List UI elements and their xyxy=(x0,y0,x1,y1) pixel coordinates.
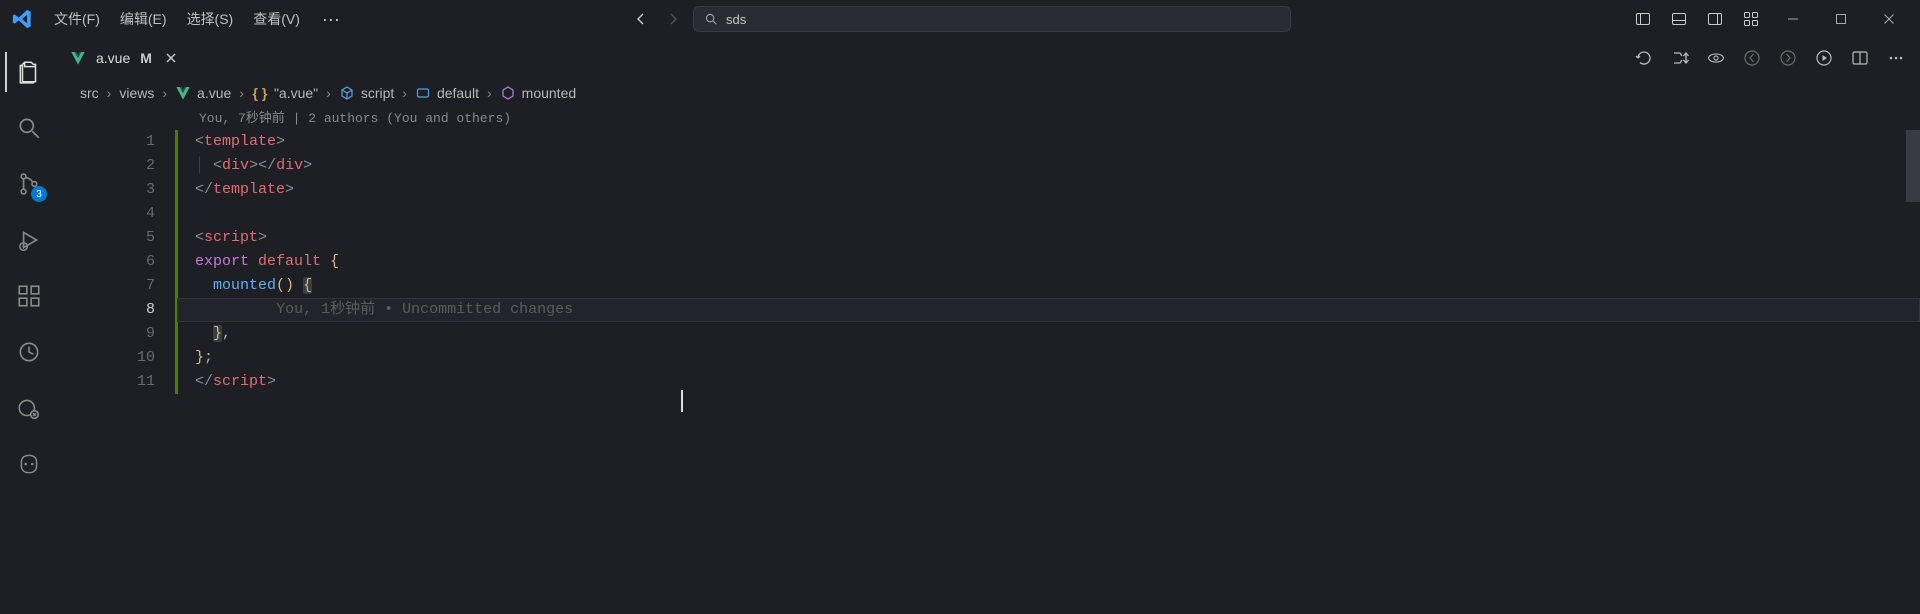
nav-next-change-icon[interactable] xyxy=(1774,44,1802,72)
menu-edit[interactable]: 编辑(E) xyxy=(112,5,175,33)
customize-layout-icon[interactable] xyxy=(1734,4,1768,34)
nav-back-icon[interactable] xyxy=(629,7,653,31)
crumb-file[interactable]: a.vue xyxy=(175,85,231,101)
open-changes-icon[interactable] xyxy=(1666,44,1694,72)
scrollbar-slider[interactable] xyxy=(1906,130,1920,202)
layout-panel-icon[interactable] xyxy=(1662,4,1696,34)
menu-select[interactable]: 选择(S) xyxy=(179,5,242,33)
code-line-active[interactable]: You, 1秒钟前 • Uncommitted changes xyxy=(177,298,1920,322)
line-number-gutter: 1 2 3 4 5 6 7 8 9 10 11 xyxy=(58,108,177,614)
code-line[interactable]: <template> xyxy=(177,130,1920,154)
chevron-right-icon: › xyxy=(239,85,244,101)
open-changes-history-icon[interactable] xyxy=(1630,44,1658,72)
crumb-default[interactable]: default xyxy=(415,85,479,101)
braces-icon: { } xyxy=(252,85,268,101)
window-maximize-icon[interactable] xyxy=(1818,4,1864,34)
breadcrumbs[interactable]: src › views › a.vue › { } "a.vue" › scri… xyxy=(58,78,1920,108)
gitlens-line-annotation: You, 1秒钟前 • Uncommitted changes xyxy=(276,301,573,318)
scm-badge: 3 xyxy=(31,186,47,202)
window-close-icon[interactable] xyxy=(1866,4,1912,34)
run-code-icon[interactable] xyxy=(1810,44,1838,72)
crumb-script[interactable]: script xyxy=(339,85,394,101)
code-content[interactable]: You, 7秒钟前 | 2 authors (You and others) <… xyxy=(177,108,1920,614)
chevron-right-icon: › xyxy=(326,85,331,101)
menu-view[interactable]: 查看(V) xyxy=(245,5,308,33)
title-right-group xyxy=(1626,4,1912,34)
gitlens-toggle-icon[interactable] xyxy=(1702,44,1730,72)
title-center-group: sds xyxy=(629,6,1291,32)
split-editor-icon[interactable] xyxy=(1846,44,1874,72)
crumb-views[interactable]: views xyxy=(119,85,154,101)
module-icon xyxy=(339,85,355,101)
window-minimize-icon[interactable] xyxy=(1770,4,1816,34)
activity-debug-icon[interactable] xyxy=(5,216,53,264)
code-line[interactable]: mounted() { xyxy=(177,274,1920,298)
search-text: sds xyxy=(726,12,746,27)
activity-search-icon[interactable] xyxy=(5,104,53,152)
tab-filename: a.vue xyxy=(96,50,130,66)
chevron-right-icon: › xyxy=(487,85,492,101)
crumb-section[interactable]: { } "a.vue" xyxy=(252,85,318,101)
chevron-right-icon: › xyxy=(162,85,167,101)
code-line[interactable]: export default { xyxy=(177,250,1920,274)
activity-extensions-icon[interactable] xyxy=(5,272,53,320)
variable-icon xyxy=(415,85,431,101)
chevron-right-icon: › xyxy=(107,85,112,101)
search-icon xyxy=(704,12,718,26)
layout-sidebar-right-icon[interactable] xyxy=(1698,4,1732,34)
crumb-mounted[interactable]: mounted xyxy=(500,85,576,101)
layout-sidebar-left-icon[interactable] xyxy=(1626,4,1660,34)
activity-copilot-icon[interactable] xyxy=(5,440,53,488)
menu-file[interactable]: 文件(F) xyxy=(46,5,108,33)
method-icon xyxy=(500,85,516,101)
code-line[interactable]: }, xyxy=(177,322,1920,346)
activity-explorer-icon[interactable] xyxy=(5,48,53,96)
gitlens-file-annotation: You, 7秒钟前 | 2 authors (You and others) xyxy=(177,108,1920,130)
code-line[interactable]: │ <div></div> xyxy=(177,154,1920,178)
tab-a-vue[interactable]: a.vue M xyxy=(58,38,192,77)
code-line[interactable]: }; xyxy=(177,346,1920,370)
title-left-group: 文件(F) 编辑(E) 选择(S) 查看(V) ··· xyxy=(8,5,350,33)
chevron-right-icon: › xyxy=(402,85,407,101)
vue-file-icon xyxy=(70,50,86,66)
text-cursor-icon xyxy=(681,390,683,412)
code-line[interactable]: <script> xyxy=(177,226,1920,250)
tab-close-icon[interactable] xyxy=(162,49,180,67)
code-line[interactable]: </template> xyxy=(177,178,1920,202)
code-line[interactable] xyxy=(177,202,1920,226)
crumb-src[interactable]: src xyxy=(80,85,99,101)
editor-actions xyxy=(1630,38,1920,77)
activity-timeline-icon[interactable] xyxy=(5,328,53,376)
command-center-search[interactable]: sds xyxy=(693,6,1291,32)
nav-forward-icon[interactable] xyxy=(661,7,685,31)
activity-remote-icon[interactable] xyxy=(5,384,53,432)
nav-prev-change-icon[interactable] xyxy=(1738,44,1766,72)
title-bar: 文件(F) 编辑(E) 选择(S) 查看(V) ··· sds xyxy=(0,0,1920,38)
code-line[interactable]: </script> xyxy=(177,370,1920,394)
vscode-logo-icon xyxy=(8,5,36,33)
tabs-bar: a.vue M xyxy=(58,38,1920,78)
tab-modified-indicator: M xyxy=(140,50,152,66)
editor-group: a.vue M xyxy=(58,38,1920,614)
vue-file-icon xyxy=(175,85,191,101)
menu-more[interactable]: ··· xyxy=(312,9,350,30)
text-editor[interactable]: 1 2 3 4 5 6 7 8 9 10 11 You, 7秒钟前 | 2 au… xyxy=(58,108,1920,614)
editor-more-actions-icon[interactable] xyxy=(1882,44,1910,72)
activity-bar: 3 xyxy=(0,38,58,614)
activity-scm-icon[interactable]: 3 xyxy=(5,160,53,208)
main-area: 3 a.vue M xyxy=(0,38,1920,614)
